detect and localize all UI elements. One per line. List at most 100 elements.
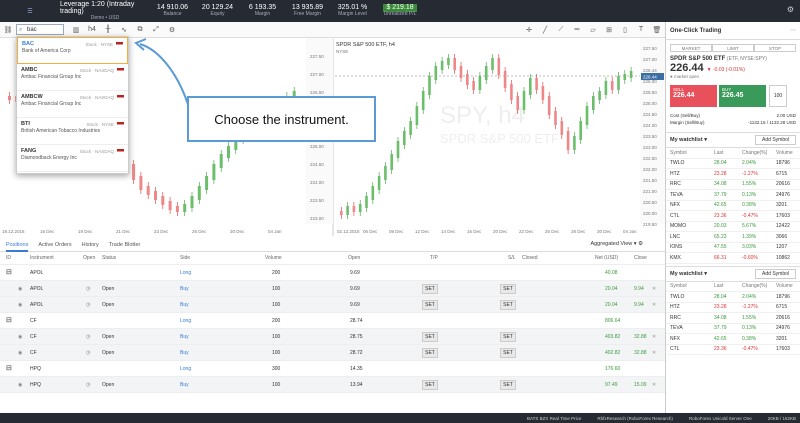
eye-icon[interactable]: ◉ bbox=[18, 297, 22, 313]
sl-set-button[interactable]: SET bbox=[500, 300, 516, 310]
add-symbol-button[interactable]: Add Symbol bbox=[755, 135, 796, 145]
position-row[interactable]: ⊟ HPQ Long 300 14.35 176.60 bbox=[0, 361, 665, 377]
sl-set-button[interactable]: SET bbox=[500, 284, 516, 294]
tp-set-button[interactable]: SET bbox=[422, 300, 438, 310]
watchlist-row[interactable]: MOMO 20.03 5.67% 12422 bbox=[666, 222, 800, 232]
text-icon[interactable]: T bbox=[635, 24, 647, 36]
watchlist-row[interactable]: NFX 42.65 0.38% 3201 bbox=[666, 334, 800, 345]
watchlist-row[interactable]: TEVA 37.79 0.13% 24976 bbox=[666, 190, 800, 201]
close-position-icon[interactable]: ✕ bbox=[652, 329, 656, 345]
position-row[interactable]: ◉ APOL ◷ Open Buy SET SET ✕ 100 9.69 20.04 9.94 bbox=[0, 281, 665, 297]
watchlist-row[interactable]: CTL 23.36 -0.47% 17603 bbox=[666, 345, 800, 355]
position-row[interactable]: ◉ CF ◷ Open Buy SET SET ✕ 100 28.75 403.82 32.88 bbox=[0, 329, 665, 345]
more-icon[interactable]: ⋯ bbox=[790, 27, 796, 34]
date-tick: 19.12.2016 bbox=[2, 229, 25, 234]
close-position-icon[interactable]: ✕ bbox=[652, 281, 656, 297]
candle-type-icon[interactable]: ╫ bbox=[102, 24, 114, 36]
expand-toggle-icon[interactable]: ⊟ bbox=[6, 313, 12, 329]
close-position-icon[interactable]: ✕ bbox=[652, 297, 656, 313]
dropdown-item[interactable]: FANG Diamondback Energy Inc Stock · NASDAQ bbox=[17, 145, 128, 172]
tab-positions[interactable]: Positions bbox=[6, 238, 29, 252]
watchlist-row[interactable]: HTZ 23.28 -1.27% 6715 bbox=[666, 169, 800, 180]
watchlist-row[interactable]: RRC 34.08 1.55% 20616 bbox=[666, 313, 800, 324]
order-type-tab[interactable]: LIMIT bbox=[712, 44, 754, 52]
tp-set-button[interactable]: SET bbox=[422, 380, 438, 390]
open-price-cell: 28.72 bbox=[350, 350, 363, 356]
order-type-tab[interactable]: MARKET bbox=[670, 44, 712, 52]
indicator-icon[interactable]: ∿ bbox=[118, 24, 130, 36]
watchlist-volume: 3201 bbox=[776, 202, 788, 209]
tab-trade-blotter[interactable]: Trade Blotter bbox=[109, 238, 141, 252]
order-type-tab[interactable]: STOP bbox=[754, 44, 796, 52]
watchlist-title-2[interactable]: My watchlist ▾ bbox=[670, 271, 707, 277]
symbol-search-input[interactable]: ⌕ bac bbox=[16, 24, 64, 35]
watchlist-row[interactable]: CTL 23.36 -0.47% 17603 bbox=[666, 211, 800, 222]
tp-set-button[interactable]: SET bbox=[422, 348, 438, 358]
dropdown-item[interactable]: BAC Bank of America Corp Stock · NYSE bbox=[17, 37, 128, 64]
sl-set-button[interactable]: SET bbox=[500, 380, 516, 390]
channel-icon[interactable]: ▱ bbox=[587, 24, 599, 36]
timeframe-button[interactable]: h4 bbox=[86, 24, 98, 36]
watchlist-row[interactable]: NFX 42.65 0.38% 3201 bbox=[666, 201, 800, 211]
gear-icon[interactable]: ⚙ bbox=[166, 24, 178, 36]
eye-icon[interactable]: ◉ bbox=[18, 329, 22, 345]
expand-toggle-icon[interactable]: ⊟ bbox=[6, 265, 12, 281]
position-row[interactable]: ◉ APOL ◷ Open Buy SET SET ✕ 100 9.69 20.04 9.94 bbox=[0, 297, 665, 313]
buy-button[interactable]: BUY 226.45 bbox=[719, 85, 766, 107]
tp-set-button[interactable]: SET bbox=[422, 332, 438, 342]
compare-icon[interactable]: ⧉ bbox=[134, 24, 146, 36]
position-row[interactable]: ⊟ APOL Long 200 9.69 40.08 bbox=[0, 265, 665, 281]
price-tick: 226.44 bbox=[643, 68, 657, 73]
menu-icon[interactable]: ☰ bbox=[0, 0, 60, 22]
eye-icon[interactable]: ◉ bbox=[18, 281, 22, 297]
stat-value: Leverage 1:20 (Intraday trading) bbox=[60, 0, 135, 16]
dropdown-item[interactable]: BTI British American Tobacco Industries St… bbox=[17, 118, 128, 145]
trendline-icon[interactable]: ╱ bbox=[539, 24, 551, 36]
sell-button[interactable]: SELL 226.44 bbox=[670, 85, 717, 107]
crosshair-icon[interactable]: ✛ bbox=[523, 24, 535, 36]
watchlist-row[interactable]: KMX 66.31 -0.60% 10862 bbox=[666, 253, 800, 264]
date-tick: 19 Dec bbox=[78, 229, 93, 234]
aggregated-view-select[interactable]: Aggregated View ▾ ⚙ bbox=[590, 241, 643, 247]
tab-history[interactable]: History bbox=[82, 238, 99, 252]
account-stat: 325.01 % Margin Level bbox=[330, 4, 375, 17]
watchlist-row[interactable]: TEVA 37.79 0.13% 24976 bbox=[666, 324, 800, 334]
shape-icon[interactable]: ▯ bbox=[619, 24, 631, 36]
ray-icon[interactable]: ⟋ bbox=[555, 24, 567, 36]
delete-icon[interactable]: 🗑 bbox=[651, 24, 663, 36]
quantity-input[interactable]: 100 bbox=[769, 85, 787, 107]
watchlist-title[interactable]: My watchlist ▾ bbox=[670, 137, 707, 143]
watchlist-row[interactable]: TWLO 28.04 2.04% 18796 bbox=[666, 292, 800, 303]
watchlist-row[interactable]: TWLO 28.04 2.04% 18796 bbox=[666, 159, 800, 169]
fibo-icon[interactable]: ⊞ bbox=[603, 24, 615, 36]
hline-icon[interactable]: ═ bbox=[571, 24, 583, 36]
close-position-icon[interactable]: ✕ bbox=[652, 377, 656, 393]
fullscreen-icon[interactable]: ⤢ bbox=[150, 24, 162, 36]
settings-icon[interactable]: ⚙ bbox=[787, 5, 794, 14]
sl-set-button[interactable]: SET bbox=[500, 332, 516, 342]
candle bbox=[491, 58, 494, 70]
watchlist-row[interactable]: IONS 47.55 3.03% 1207 bbox=[666, 243, 800, 253]
expand-toggle-icon[interactable]: ⊟ bbox=[6, 361, 12, 377]
side-cell: Long bbox=[180, 318, 192, 324]
tab-active-orders[interactable]: Active Orders bbox=[38, 238, 71, 252]
candle bbox=[579, 121, 582, 140]
close-position-icon[interactable]: ✕ bbox=[652, 345, 656, 361]
sl-set-button[interactable]: SET bbox=[500, 348, 516, 358]
price-tick: 224.00 bbox=[310, 180, 324, 185]
position-row[interactable]: ◉ CF ◷ Open Buy SET SET ✕ 100 28.72 402.82 32.88 bbox=[0, 345, 665, 361]
market-status: ● market open bbox=[670, 74, 699, 79]
position-row[interactable]: ◉ HPQ ◷ Open Buy SET SET ✕ 100 13.94 97.49 15.09 bbox=[0, 377, 665, 393]
eye-icon[interactable]: ◉ bbox=[18, 377, 22, 393]
watchlist-row[interactable]: LNC 65.23 1.39% 3066 bbox=[666, 232, 800, 243]
watchlist-row[interactable]: HTZ 23.28 -1.27% 6715 bbox=[666, 303, 800, 313]
tp-set-button[interactable]: SET bbox=[422, 284, 438, 294]
eye-icon[interactable]: ◉ bbox=[18, 345, 22, 361]
layout-icon[interactable]: ▥ bbox=[70, 24, 82, 36]
link-icon[interactable]: ⛓ bbox=[2, 24, 14, 36]
dropdown-item[interactable]: AMBCW Ambac Financial Group Inc Stock · NA… bbox=[17, 91, 128, 118]
position-row[interactable]: ⊟ CF Long 200 28.74 806.64 bbox=[0, 313, 665, 329]
add-symbol-button-2[interactable]: Add Symbol bbox=[755, 268, 796, 279]
dropdown-item[interactable]: AMBC Ambac Financial Group Inc Stock · NAS… bbox=[17, 64, 128, 91]
watchlist-row[interactable]: RRC 34.08 1.55% 20616 bbox=[666, 180, 800, 190]
